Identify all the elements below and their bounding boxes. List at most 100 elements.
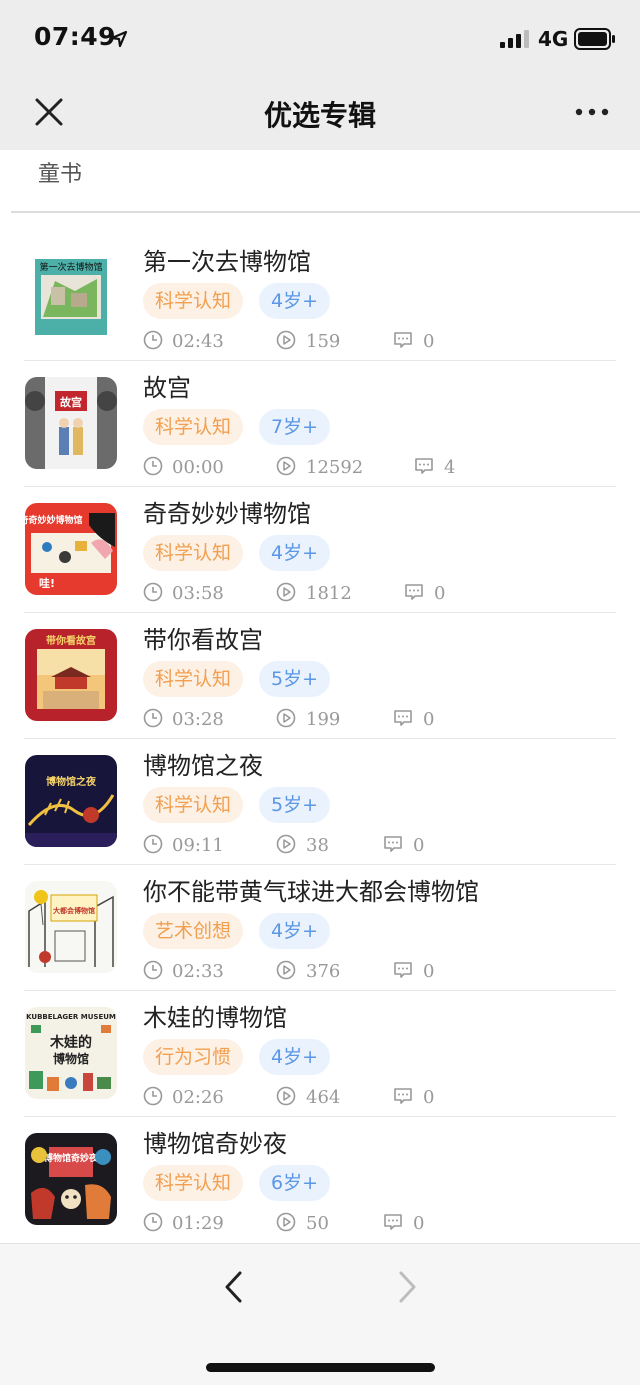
clock-icon <box>143 960 163 980</box>
comment-icon <box>394 962 412 978</box>
item-title: 故宫 <box>143 374 191 402</box>
list-item[interactable]: 博物馆之夜 博物馆之夜 科学认知 5岁+ 09:11 38 0 <box>0 739 640 865</box>
comment-icon <box>384 1214 402 1230</box>
book-cover-image: 故宫 <box>25 377 117 469</box>
item-title: 你不能带黄气球进大都会博物馆 <box>143 878 479 906</box>
book-cover-image: 奇奇妙妙博物馆 哇! <box>25 503 117 595</box>
play-count-icon <box>276 582 296 602</box>
cover-title: 带你看故宫 <box>46 634 96 647</box>
play-count-icon <box>276 1086 296 1106</box>
comment-count: 0 <box>423 1087 435 1108</box>
play-count: 1812 <box>306 583 352 604</box>
location-arrow-icon <box>110 30 128 48</box>
cover-title: 第一次去博物馆 <box>39 261 102 273</box>
divider <box>11 211 640 213</box>
comment-count: 0 <box>413 835 425 856</box>
list-item[interactable]: 故宫 故宫 科学认知 7岁+ 00:00 12592 4 <box>0 361 640 487</box>
duration: 02:33 <box>172 961 224 982</box>
category-label: 童书 <box>38 162 83 187</box>
duration: 02:26 <box>172 1087 224 1108</box>
clock-icon <box>143 582 163 602</box>
list-item[interactable]: 奇奇妙妙博物馆 哇! 奇奇妙妙博物馆 科学认知 4岁+ 03:58 1812 0 <box>0 487 640 613</box>
cover-title: 奇奇妙妙博物馆 <box>25 514 83 526</box>
play-count: 12592 <box>306 457 364 478</box>
item-title: 带你看故宫 <box>143 626 263 654</box>
cover-title: KUBBELAGER MUSEUM <box>26 1013 116 1021</box>
book-cover-image: 博物馆之夜 <box>25 755 117 847</box>
category-tag: 科学认知 <box>143 661 244 697</box>
play-count: 376 <box>306 961 341 982</box>
svg-text:木娃的: 木娃的 <box>49 1034 92 1051</box>
bottom-toolbar <box>0 1243 640 1385</box>
item-title: 木娃的博物馆 <box>143 1004 287 1032</box>
list-item[interactable]: 博物馆奇妙夜 博物馆奇妙夜 科学认知 6岁+ 01:29 50 0 <box>0 1117 640 1243</box>
svg-text:博物馆: 博物馆 <box>53 1051 89 1066</box>
duration: 03:28 <box>172 709 224 730</box>
play-count-icon <box>276 1212 296 1232</box>
category-tag: 科学认知 <box>143 283 244 319</box>
book-cover-image: 大都会博物馆 <box>25 881 117 973</box>
status-time: 07:49 <box>34 22 117 51</box>
age-tag: 4岁+ <box>259 535 331 571</box>
comment-count: 0 <box>423 709 435 730</box>
page-title: 优选专辑 <box>263 99 376 132</box>
duration: 00:00 <box>172 457 224 478</box>
play-count-icon <box>276 708 296 728</box>
cover-title: 博物馆奇妙夜 <box>44 1152 99 1164</box>
play-count-icon <box>276 456 296 476</box>
duration: 03:58 <box>172 583 224 604</box>
list-item[interactable]: 第一次去博物馆 第一次去博物馆 科学认知 4岁+ 02:43 159 0 <box>0 235 640 361</box>
more-options-icon[interactable] <box>574 100 610 124</box>
comment-icon <box>384 836 402 852</box>
comment-count: 4 <box>444 457 456 478</box>
list-item[interactable]: 带你看故宫 带你看故宫 科学认知 5岁+ 03:28 199 0 <box>0 613 640 739</box>
back-arrow-icon[interactable] <box>220 1270 248 1304</box>
forward-arrow-icon <box>399 1271 416 1303</box>
item-title: 博物馆奇妙夜 <box>143 1130 287 1158</box>
play-count: 464 <box>306 1087 341 1108</box>
home-indicator[interactable] <box>206 1363 435 1372</box>
age-tag: 5岁+ <box>259 787 331 823</box>
play-count-icon <box>276 834 296 854</box>
list-item[interactable]: 大都会博物馆 你不能带黄气球进大都会博物馆 艺术创想 4岁+ 02:33 376… <box>0 865 640 991</box>
age-tag: 7岁+ <box>259 409 331 445</box>
clock-icon <box>143 1212 163 1232</box>
book-cover-image: KUBBELAGER MUSEUM 木娃的 博物馆 <box>25 1007 117 1099</box>
duration: 01:29 <box>172 1213 224 1234</box>
clock-icon <box>143 1086 163 1106</box>
item-title: 第一次去博物馆 <box>143 248 311 276</box>
comment-count: 0 <box>423 331 435 352</box>
comment-icon <box>394 710 412 726</box>
item-title: 博物馆之夜 <box>143 752 263 780</box>
comment-count: 0 <box>423 961 435 982</box>
clock-icon <box>143 834 163 854</box>
album-list: 第一次去博物馆 第一次去博物馆 科学认知 4岁+ 02:43 159 0 故宫 … <box>0 235 640 1243</box>
comment-count: 0 <box>413 1213 425 1234</box>
battery-icon <box>574 28 615 50</box>
clock-icon <box>143 330 163 350</box>
clock-icon <box>143 456 163 476</box>
category-tag: 科学认知 <box>143 1165 244 1201</box>
svg-text:哇!: 哇! <box>39 576 55 590</box>
age-tag: 6岁+ <box>259 1165 331 1201</box>
category-tag: 艺术创想 <box>143 913 244 949</box>
age-tag: 4岁+ <box>259 283 331 319</box>
comment-icon <box>394 1088 412 1104</box>
item-title: 奇奇妙妙博物馆 <box>143 500 311 528</box>
comment-icon <box>415 458 433 474</box>
play-count-icon <box>276 330 296 350</box>
book-cover-image: 带你看故宫 <box>25 629 117 721</box>
play-count-icon <box>276 960 296 980</box>
book-cover-image: 第一次去博物馆 <box>25 251 117 343</box>
category-tag: 行为习惯 <box>143 1039 244 1075</box>
comment-count: 0 <box>434 583 446 604</box>
play-count: 159 <box>306 331 341 352</box>
play-count: 50 <box>306 1213 329 1234</box>
cover-title: 大都会博物馆 <box>53 906 95 915</box>
category-tag: 科学认知 <box>143 409 244 445</box>
age-tag: 4岁+ <box>259 913 331 949</box>
play-count: 199 <box>306 709 341 730</box>
duration: 09:11 <box>172 835 224 856</box>
list-item[interactable]: KUBBELAGER MUSEUM 木娃的 博物馆 木娃的博物馆 行为习惯 4岁… <box>0 991 640 1117</box>
category-tag: 科学认知 <box>143 535 244 571</box>
